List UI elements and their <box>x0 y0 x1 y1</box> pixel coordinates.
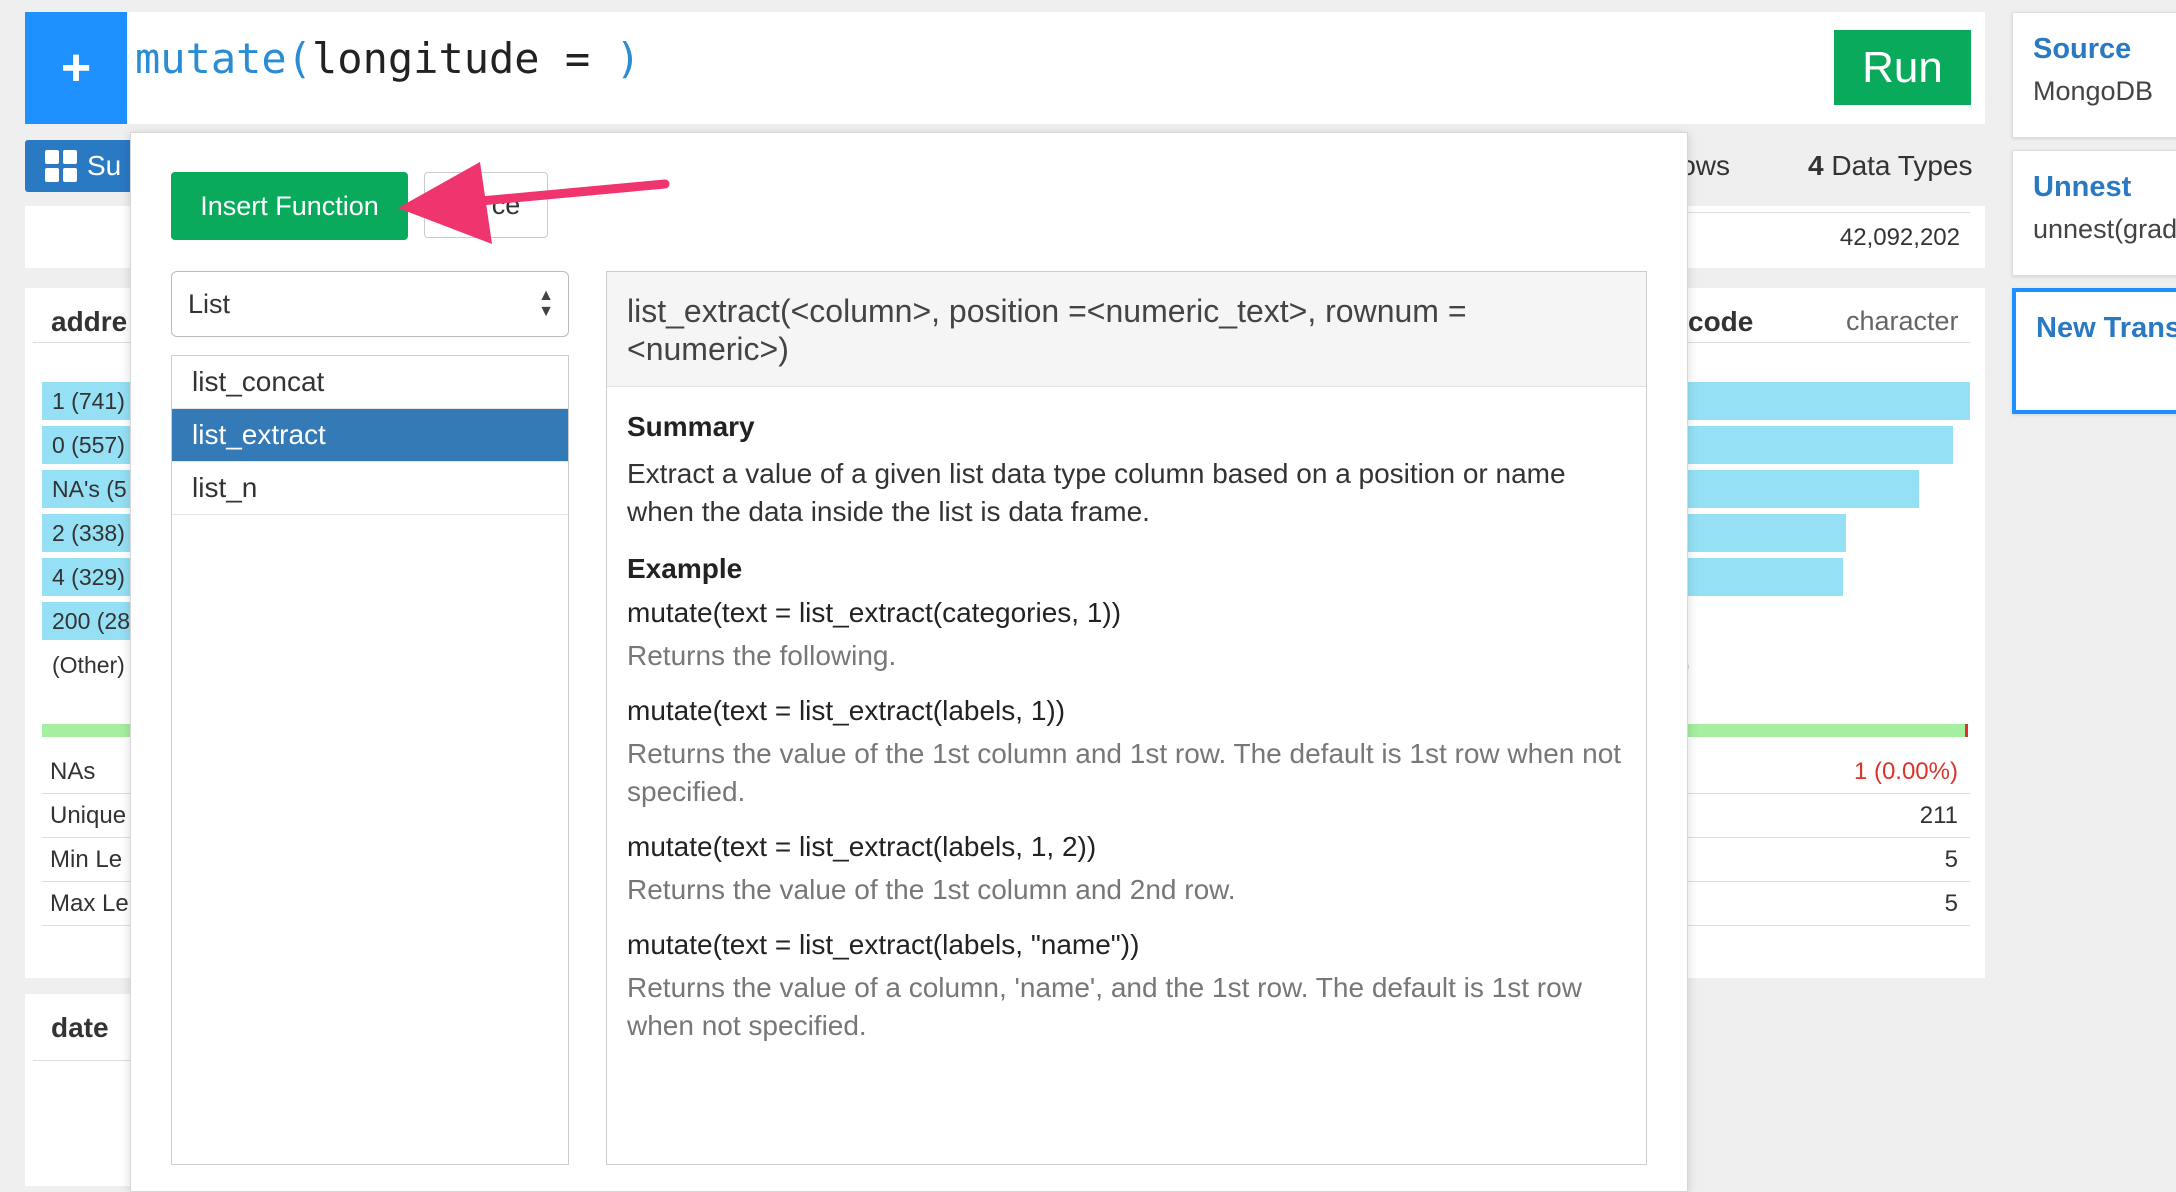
function-item-list-extract[interactable]: list_extract <box>172 409 568 462</box>
completeness-bar <box>1688 724 1968 737</box>
step-title: Source <box>2033 33 2132 65</box>
function-item-list-concat[interactable]: list_concat <box>172 356 568 409</box>
example-code: mutate(text = list_extract(labels, 1)) <box>627 695 1066 726</box>
divider <box>1688 212 1970 213</box>
category-value: List <box>188 288 231 319</box>
category-select[interactable]: List ▲ ▼ <box>171 271 569 337</box>
column-name: addre <box>51 306 128 337</box>
example-code: mutate(text = list_extract(labels, "name… <box>627 929 1140 960</box>
divider <box>33 1060 133 1061</box>
function-list[interactable]: list_concat list_extract list_n <box>171 355 569 1165</box>
value-bar: 1 (741) <box>42 382 137 420</box>
value-bar: 4 (329) <box>42 558 137 596</box>
total-rows-value: 42,092,202 <box>1839 224 1960 251</box>
stat-label: NAs <box>42 750 137 794</box>
value-bar <box>1688 514 1846 552</box>
value-bar: NA's (5 <box>42 470 137 508</box>
step-card-new[interactable]: New Trans <box>2012 288 2176 414</box>
stat-label: Unique <box>42 794 137 838</box>
value-bar: 0 (557) <box>42 426 137 464</box>
run-button[interactable]: Run <box>1834 30 1971 105</box>
command-input[interactable]: mutate(longitude = ) <box>135 34 641 83</box>
step-card-unnest[interactable]: Unnest unnest(grad <box>2012 150 2176 276</box>
summary-text: Extract a value of a given list data typ… <box>627 458 1566 527</box>
summary-heading: Summary <box>627 411 755 442</box>
step-subtitle: MongoDB <box>2033 76 2154 106</box>
step-title: Unnest <box>2033 171 2132 203</box>
divider <box>33 342 133 343</box>
other-label: (Other) <box>52 652 125 678</box>
column-type: character <box>1846 306 1959 336</box>
stat-value: 211 <box>1688 794 1970 838</box>
value-bar <box>1688 382 1970 420</box>
step-card-source[interactable]: Source MongoDB <box>2012 12 2176 138</box>
annotation-arrow-icon <box>398 162 670 244</box>
add-step-button[interactable]: + <box>25 12 127 124</box>
value-bar: 200 (28 <box>42 602 137 640</box>
stat-value: 1 (0.00%) <box>1688 750 1970 794</box>
summary-view-button[interactable]: Su <box>25 140 135 192</box>
example-description: Returns the value of the 1st column and … <box>627 738 1622 807</box>
command-argument: longitude = <box>312 34 616 83</box>
step-subtitle: unnest(grad <box>2033 214 2176 244</box>
grid-icon <box>45 150 77 182</box>
summary-label: Su <box>87 150 122 181</box>
completeness-bar <box>42 724 137 737</box>
insert-function-button[interactable]: Insert Function <box>171 172 408 240</box>
data-types-label: 4 Data Types <box>1808 150 1973 181</box>
example-description: Returns the following. <box>627 640 897 671</box>
stat-label: Min Le <box>42 838 137 882</box>
function-detail: list_extract(<column>, position =<numeri… <box>606 271 1647 1165</box>
command-close: ) <box>615 34 641 83</box>
select-arrows-icon: ▲ ▼ <box>538 287 554 320</box>
column-name-date: date <box>51 1012 109 1043</box>
example-description: Returns the value of a column, 'name', a… <box>627 972 1582 1041</box>
example-code: mutate(text = list_extract(categories, 1… <box>627 597 1122 628</box>
example-description: Returns the value of the 1st column and … <box>627 874 1236 905</box>
divider <box>1688 342 1970 343</box>
examples: mutate(text = list_extract(categories, 1… <box>627 597 1626 1045</box>
step-title: New Trans <box>2036 312 2176 344</box>
function-item-list-n[interactable]: list_n <box>172 462 568 515</box>
value-bar <box>1688 426 1953 464</box>
command-function: mutate( <box>135 34 313 83</box>
value-bar <box>1688 558 1843 596</box>
example-heading: Example <box>627 553 743 584</box>
stat-value: 5 <box>1688 838 1970 882</box>
value-bar: 2 (338) <box>42 514 137 552</box>
column-name-code: code <box>1688 306 1754 337</box>
example-code: mutate(text = list_extract(labels, 1, 2)… <box>627 831 1097 862</box>
stat-label: Max Le <box>42 882 137 926</box>
value-bar <box>1688 470 1919 508</box>
function-signature: list_extract(<column>, position =<numeri… <box>607 272 1646 387</box>
stat-value: 5 <box>1688 882 1970 926</box>
